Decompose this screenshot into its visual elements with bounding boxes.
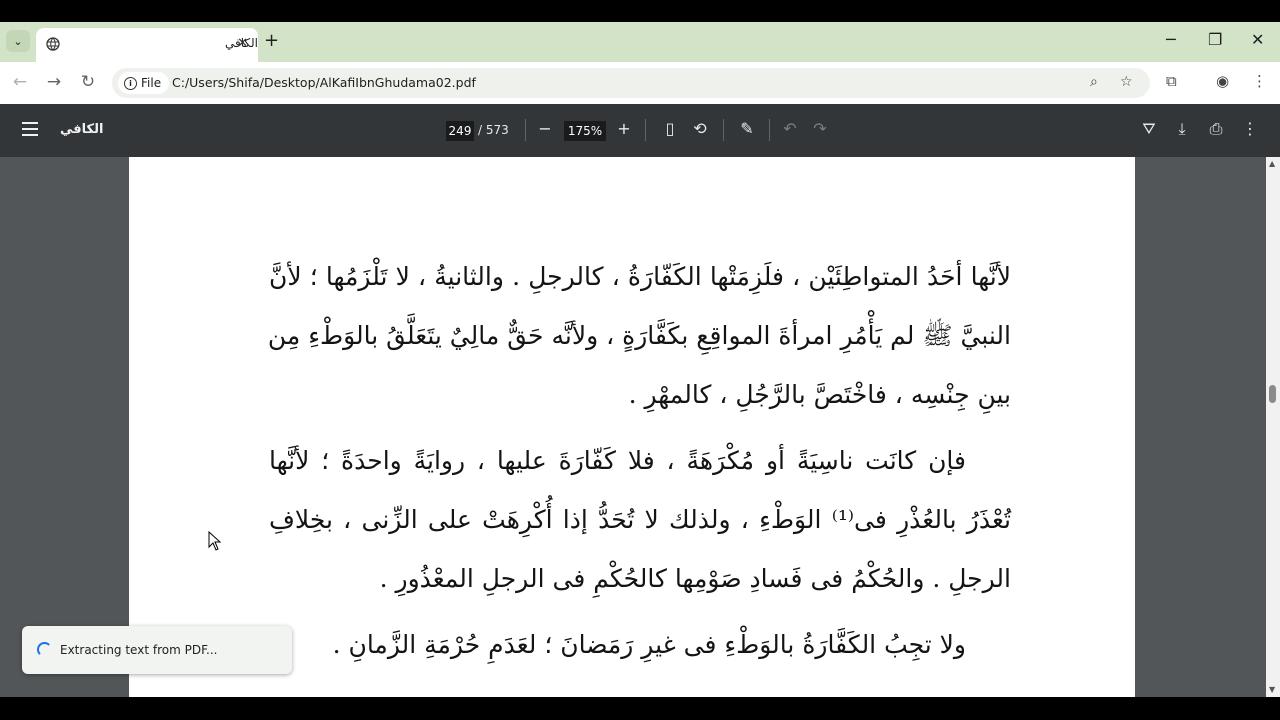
window-close-button[interactable]: ✕: [1251, 30, 1264, 49]
scroll-down-arrow-icon[interactable]: ▼: [1269, 685, 1275, 694]
reload-icon[interactable]: ↻: [77, 72, 99, 92]
text-line: الرجلِ . والحُكْمُ فى فَسادِ صَوْمِها كا…: [379, 564, 1011, 593]
paragraph-1: لأنَّها أحَدُ المتواطِئَيْن ، فلَزِمَتْه…: [267, 247, 1011, 424]
back-arrow-icon[interactable]: ←: [9, 72, 31, 92]
tab-search-button[interactable]: ⌄: [6, 30, 30, 52]
restore-button[interactable]: ❐: [1208, 30, 1222, 49]
globe-icon: [46, 37, 60, 51]
vertical-scrollbar[interactable]: ▲ ▼: [1266, 157, 1280, 697]
info-icon: i: [124, 76, 137, 90]
download-icon[interactable]: ⤓: [1172, 119, 1192, 139]
screen-bottom-black-bar: [0, 697, 1280, 720]
extracting-text-toast: Extracting text from PDF...: [22, 626, 292, 674]
drive-save-icon[interactable]: ⛛: [1139, 119, 1159, 139]
chevron-down-icon: ⌄: [13, 34, 23, 48]
extensions-icon[interactable]: ⧉: [1166, 72, 1177, 90]
paragraph-2: فإن كانَت ناسِيَةً أو مُكْرَهَةً ، فلا ك…: [269, 431, 1011, 608]
scrollbar-thumb[interactable]: [1269, 385, 1276, 403]
new-tab-button[interactable]: +: [264, 30, 279, 51]
toolbar-divider: [723, 119, 724, 141]
active-tab[interactable]: الكافي ✕: [36, 28, 258, 62]
page-number-input[interactable]: 249: [446, 121, 474, 141]
fit-page-icon[interactable]: ▯: [660, 119, 680, 138]
pdf-viewer[interactable]: لأنَّها أحَدُ المتواطِئَيْن ، فلَزِمَتْه…: [0, 157, 1266, 697]
text-line: لأنَّها أحَدُ المتواطِئَيْن ، فلَزِمَتْه…: [269, 262, 1011, 291]
bookmark-star-icon[interactable]: ☆: [1120, 74, 1133, 90]
profile-icon[interactable]: ◉: [1216, 72, 1229, 90]
url-text[interactable]: C:/Users/Shifa/Desktop/AlKafiIbnGhudama0…: [172, 75, 476, 90]
mouse-cursor-icon: [208, 531, 222, 551]
page-total: / 573: [478, 123, 509, 137]
zoom-input[interactable]: 175%: [564, 121, 606, 141]
toolbar-divider: [769, 119, 770, 141]
rotate-icon[interactable]: ⟲: [690, 119, 710, 138]
text-line: النبيَّ ﷺ لم يَأْمُرِ امرأةَ المواقِعِ ب…: [267, 321, 1011, 350]
minimize-button[interactable]: ─: [1166, 30, 1176, 49]
toolbar-divider: [645, 119, 646, 141]
forward-arrow-icon[interactable]: →: [43, 72, 65, 92]
sidebar-menu-icon[interactable]: [22, 122, 38, 136]
browser-toolbar: ← → ↻ i File C:/Users/Shifa/Desktop/AlKa…: [0, 62, 1280, 104]
tab-close-icon[interactable]: ✕: [237, 36, 248, 51]
text-line: تُعْذَرُ بالعُذْرِ فى⁽¹⁾ الوَطْءِ ، ولذل…: [269, 505, 1012, 534]
toolbar-divider: [525, 119, 526, 141]
text-line: ولا تجِبُ الكَفَّارَةُ بالوَطْءِ فى غيرِ…: [332, 630, 966, 659]
chrome-menu-icon[interactable]: ⋮: [1252, 72, 1267, 90]
address-bar[interactable]: i File C:/Users/Shifa/Desktop/AlKafiIbnG…: [112, 68, 1150, 98]
zoom-icon[interactable]: ⌕: [1090, 74, 1098, 90]
redo-icon[interactable]: ↷: [810, 119, 830, 138]
text-line: فإن كانَت ناسِيَةً أو مُكْرَهَةً ، فلا ك…: [269, 446, 966, 475]
zoom-in-button[interactable]: +: [614, 119, 634, 138]
pdf-page: لأنَّها أحَدُ المتواطِئَيْن ، فلَزِمَتْه…: [129, 157, 1135, 697]
zoom-out-button[interactable]: −: [535, 119, 555, 138]
tab-strip: ⌄ الكافي ✕ + ─ ❐ ✕: [0, 22, 1280, 62]
more-options-icon[interactable]: ⋮: [1240, 119, 1260, 138]
text-line: بينِ جِنْسِه ، فاخْتَصَّ بالرَّجُلِ ، كا…: [628, 380, 1011, 409]
site-info-label: File: [141, 76, 162, 90]
annotate-pen-icon[interactable]: ✎: [737, 119, 757, 138]
print-icon[interactable]: ⎙: [1206, 119, 1226, 139]
undo-icon[interactable]: ↶: [780, 119, 800, 138]
document-title: الكافي: [60, 122, 104, 137]
pdf-toolbar: الكافي 249 / 573 − 175% + ▯ ⟲ ✎ ↶ ↷ ⛛ ⤓ …: [0, 104, 1280, 157]
site-info-chip[interactable]: i File: [118, 72, 170, 94]
toast-message: Extracting text from PDF...: [60, 643, 218, 657]
screen-top-black-bar: [0, 0, 1280, 22]
scroll-up-arrow-icon[interactable]: ▲: [1269, 159, 1275, 168]
loading-spinner-icon: [37, 642, 52, 657]
paragraph-3: ولا تجِبُ الكَفَّارَةُ بالوَطْءِ فى غيرِ…: [269, 615, 1011, 674]
